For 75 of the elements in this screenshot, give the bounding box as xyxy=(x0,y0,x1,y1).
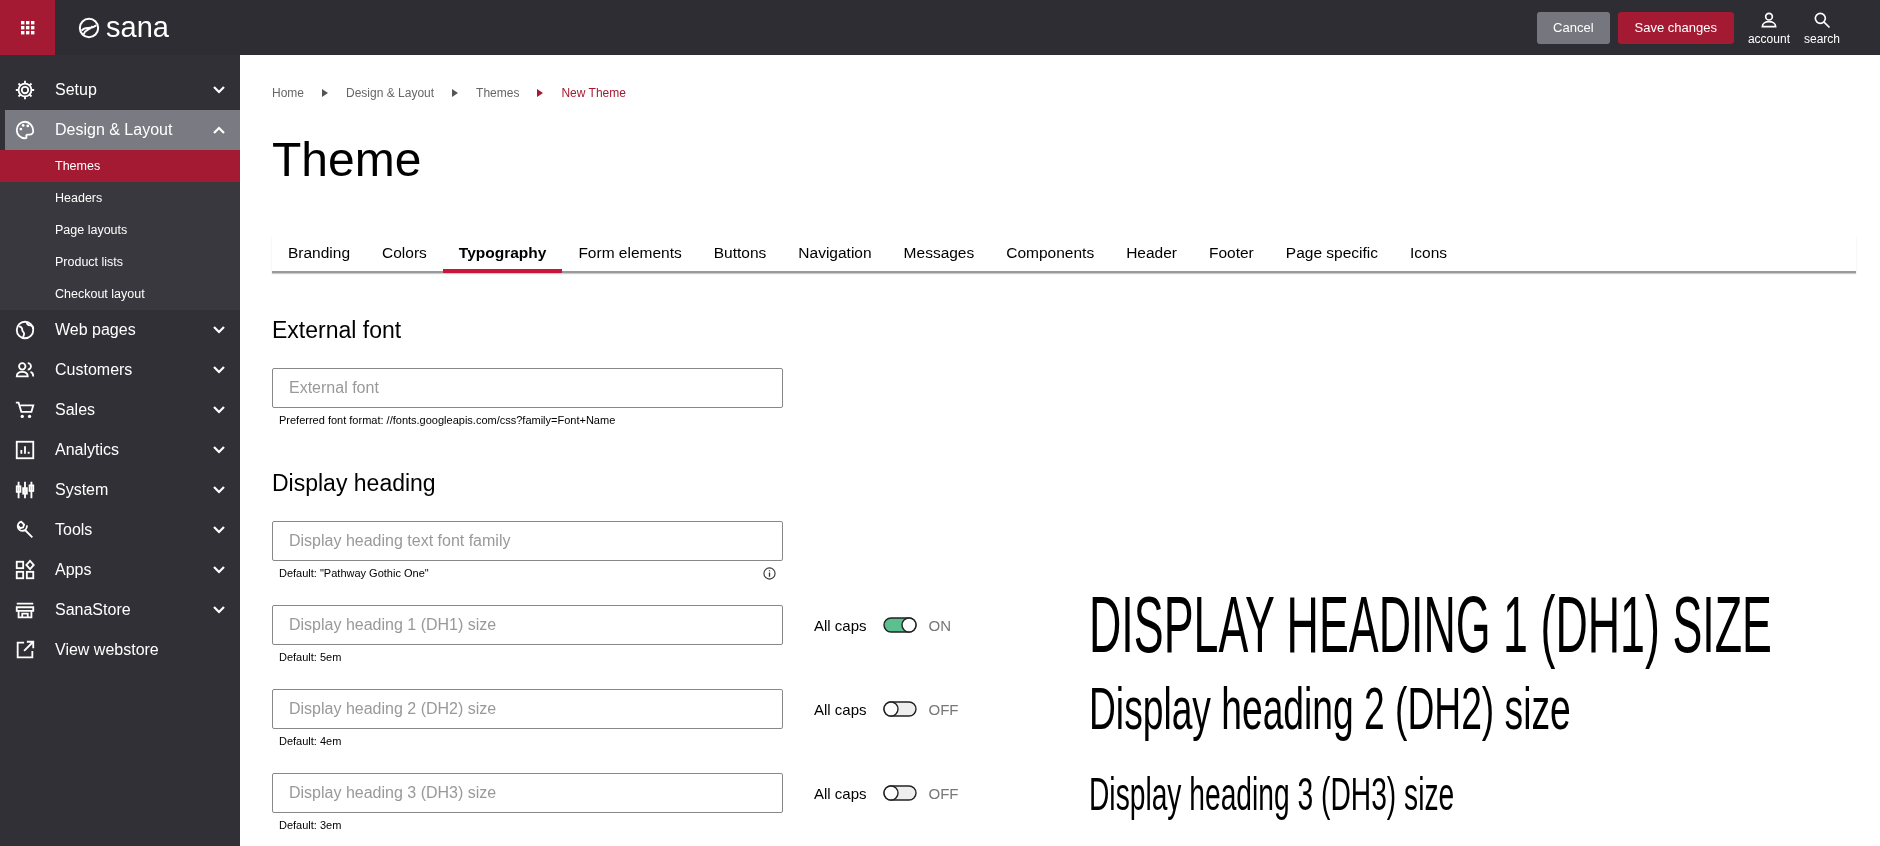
tab[interactable]: Page specific xyxy=(1269,236,1394,273)
sliders-icon xyxy=(14,479,36,501)
sidebar-item[interactable]: Tools xyxy=(0,510,240,550)
sidebar-subitem[interactable]: Themes xyxy=(0,150,240,182)
save-button[interactable]: Save changes xyxy=(1617,11,1734,44)
cancel-button[interactable]: Cancel xyxy=(1537,11,1610,44)
text-field[interactable]: External font xyxy=(272,368,783,408)
bar-chart-icon xyxy=(14,439,36,461)
text-field[interactable]: Display heading 3 (DH3) size xyxy=(272,773,783,813)
sidebar-item[interactable]: SanaStore xyxy=(0,590,240,630)
help-text: Default: 5em xyxy=(279,651,342,663)
external-link-icon xyxy=(14,639,36,661)
toggle-label: All caps xyxy=(814,784,867,802)
tab[interactable]: Navigation xyxy=(782,236,888,273)
section-heading: Display heading xyxy=(272,470,437,497)
help-text: Default: 4em xyxy=(279,735,342,747)
page-title: Theme xyxy=(272,132,423,188)
apps-menu-button[interactable] xyxy=(0,0,55,55)
toggle-label: All caps xyxy=(814,616,867,634)
section-heading: External font xyxy=(272,317,403,344)
sidebar-item[interactable]: Setup xyxy=(0,70,240,110)
help-text: Default: "Pathway Gothic One" xyxy=(279,567,429,579)
toggle-state: OFF xyxy=(928,700,959,718)
sidebar-item[interactable]: Apps xyxy=(0,550,240,590)
breadcrumb-link[interactable]: Design & Layout xyxy=(346,86,435,100)
text-field[interactable]: Display heading 2 (DH2) size xyxy=(272,689,783,729)
sidebar-subitem[interactable]: Headers xyxy=(0,182,240,214)
tab[interactable]: Messages xyxy=(887,236,991,273)
caret-right-icon xyxy=(537,89,544,97)
toggle-state: OFF xyxy=(928,784,959,802)
grid-icon xyxy=(20,20,35,35)
sidebar-item[interactable]: System xyxy=(0,470,240,510)
help-text: Default: 3em xyxy=(279,819,342,831)
text-field[interactable]: Display heading text font family xyxy=(272,521,783,561)
search-button[interactable]: search xyxy=(1803,9,1840,46)
account-button[interactable]: account xyxy=(1747,9,1790,46)
tab[interactable]: Form elements xyxy=(562,236,698,273)
caret-right-icon xyxy=(452,89,459,97)
cart-icon xyxy=(14,399,36,421)
gear-icon xyxy=(14,79,36,101)
toggle-switch[interactable] xyxy=(882,785,917,801)
sidebar-item[interactable]: Analytics xyxy=(0,430,240,470)
tab[interactable]: Colors xyxy=(366,236,443,273)
logo-icon xyxy=(78,16,100,39)
toggle-switch[interactable] xyxy=(882,617,917,633)
sidebar-item[interactable]: Customers xyxy=(0,350,240,390)
sidebar-item[interactable]: Sales xyxy=(0,390,240,430)
breadcrumb-link[interactable]: New Theme xyxy=(561,86,626,100)
toggle-label: All caps xyxy=(814,700,867,718)
globe-icon xyxy=(14,319,36,341)
tab[interactable]: Typography xyxy=(442,236,563,273)
sidebar-subitem[interactable]: Checkout layout xyxy=(0,278,240,310)
sidebar-subitem[interactable]: Product lists xyxy=(0,246,240,278)
toggle-state: ON xyxy=(928,616,952,634)
wrench-icon xyxy=(14,519,36,541)
tab[interactable]: Footer xyxy=(1193,236,1270,273)
breadcrumb-link[interactable]: Themes xyxy=(476,86,520,100)
sidebar-subitem[interactable]: Page layouts xyxy=(0,214,240,246)
tab[interactable]: Icons xyxy=(1394,236,1464,273)
heading-preview: Display heading 2 (DH2) size xyxy=(1089,679,1571,739)
sidebar-item[interactable]: View webstore xyxy=(0,630,240,670)
breadcrumb-link[interactable]: Home xyxy=(272,86,304,100)
palette-icon xyxy=(14,119,36,141)
caret-right-icon xyxy=(322,89,328,97)
sidebar-item[interactable]: Design & Layout xyxy=(5,110,240,150)
tab[interactable]: Header xyxy=(1110,236,1193,273)
apps-icon xyxy=(14,559,36,581)
help-text: Preferred font format: //fonts.googleapis.com/css?family=Font+Name xyxy=(279,414,616,426)
sidebar-item[interactable]: Web pages xyxy=(0,310,240,350)
tab[interactable]: Branding xyxy=(272,236,367,273)
logo-text: sana xyxy=(106,11,169,44)
tab[interactable]: Buttons xyxy=(697,236,783,273)
toggle-switch[interactable] xyxy=(882,701,917,717)
text-field[interactable]: Display heading 1 (DH1) size xyxy=(272,605,783,645)
tab[interactable]: Components xyxy=(990,236,1111,273)
